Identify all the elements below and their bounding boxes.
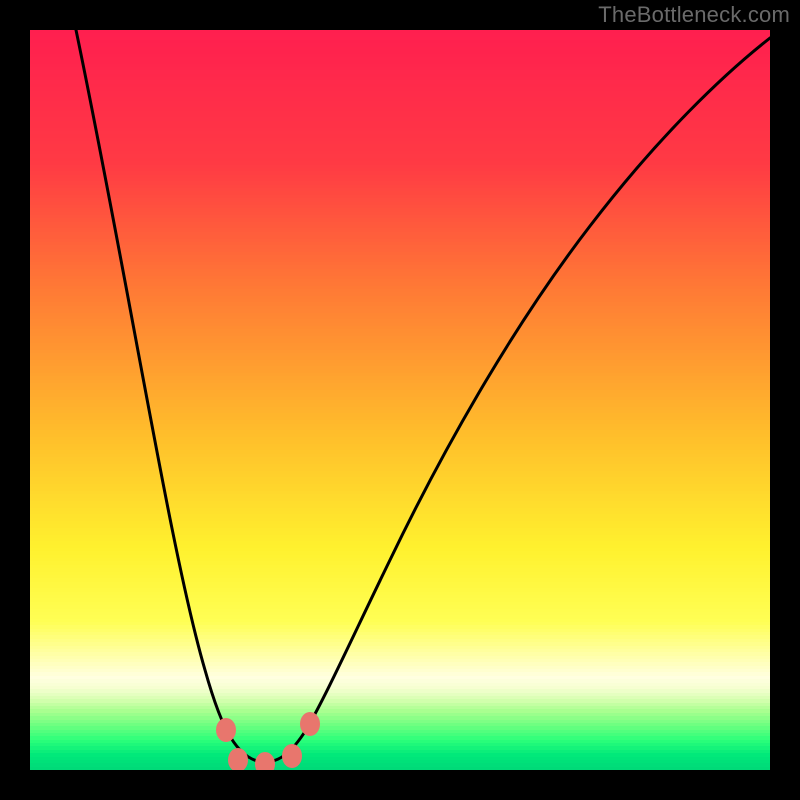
curve-marker-3 <box>282 744 302 768</box>
watermark-text: TheBottleneck.com <box>598 2 790 28</box>
outer-frame: TheBottleneck.com <box>0 0 800 800</box>
curve-marker-2 <box>255 752 275 770</box>
plot-area <box>30 30 770 770</box>
curve-marker-0 <box>216 718 236 742</box>
curve-marker-1 <box>228 748 248 770</box>
curve-marker-4 <box>300 712 320 736</box>
bottleneck-curve <box>76 30 770 762</box>
chart-svg <box>30 30 770 770</box>
